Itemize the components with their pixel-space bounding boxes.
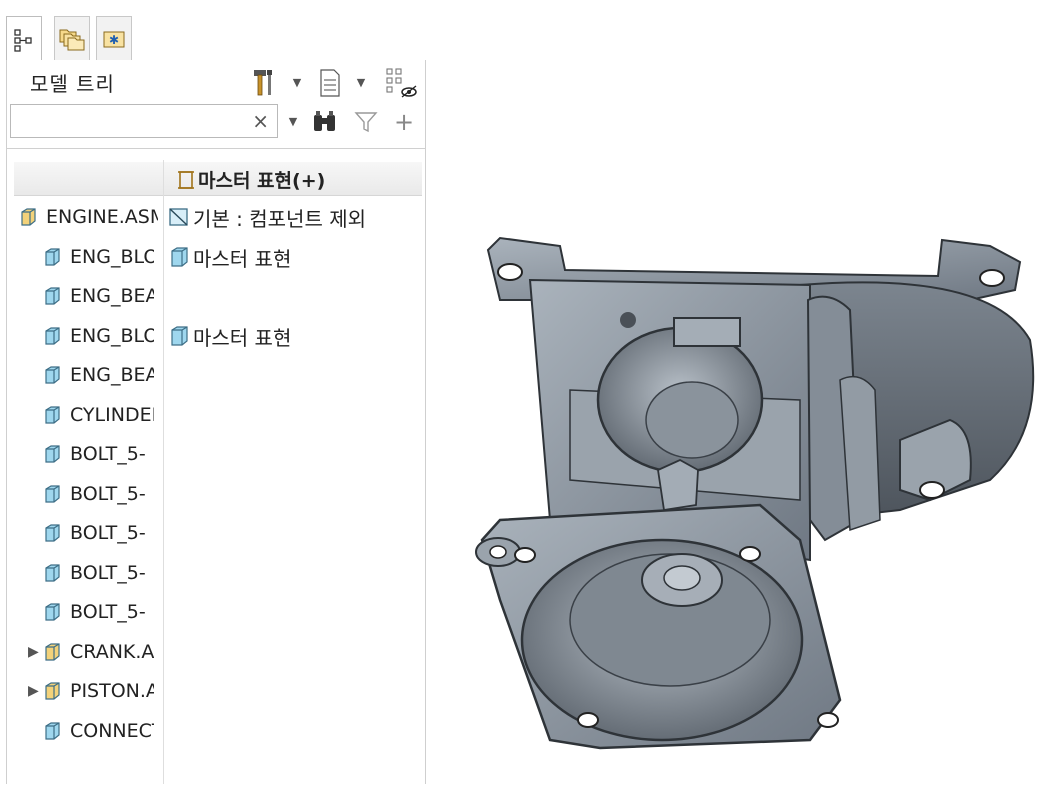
representation-column-header[interactable]: 마스터 표현(+) xyxy=(176,166,325,193)
tree-search-input[interactable] xyxy=(17,105,251,137)
tree-row[interactable]: ENG_BLOCK xyxy=(28,240,164,274)
settings-tools-button[interactable] xyxy=(250,66,276,100)
tree-item-label: ENG_BEARING xyxy=(70,285,154,307)
star-folder-icon: ✱ xyxy=(103,31,125,47)
add-column-button[interactable]: + xyxy=(392,106,416,138)
assembly-icon xyxy=(21,208,36,226)
settings-dropdown-chevron-icon[interactable]: ▼ xyxy=(290,74,304,90)
model-tree-tab[interactable] xyxy=(6,16,42,62)
folders-icon xyxy=(59,29,85,50)
representation-label: 기본 : 컴포넌트 제외 xyxy=(193,206,367,231)
tree-row[interactable]: ▶ PISTON.ASM xyxy=(28,674,164,708)
find-button[interactable] xyxy=(310,106,340,138)
tree-item-label: PISTON.ASM xyxy=(70,680,154,702)
representation-label: 마스터 표현 xyxy=(193,246,292,271)
assembly-icon xyxy=(45,643,60,661)
tree-search-box[interactable]: × xyxy=(10,104,278,138)
funnel-icon xyxy=(354,112,378,133)
tree-row[interactable]: ENG_BEARING xyxy=(28,358,164,392)
master-rep-part-icon xyxy=(171,247,188,267)
tree-item-label: ENGINE.ASM xyxy=(46,206,158,228)
tree-hide-icon xyxy=(386,68,417,98)
assembly-icon xyxy=(45,682,60,700)
tree-item-label: ENG_BLOCK xyxy=(70,246,154,268)
tree-item-label: ENG_BEARING xyxy=(70,364,154,386)
tree-row[interactable]: ▶ CRANK.ASM xyxy=(28,635,164,669)
show-options-button[interactable] xyxy=(316,66,344,100)
tree-row[interactable]: CYLINDER xyxy=(28,398,164,432)
expand-arrow-icon[interactable]: ▶ xyxy=(28,683,42,699)
hide-items-button[interactable] xyxy=(384,64,420,102)
part-icon xyxy=(45,564,60,582)
tree-row[interactable]: BOLT_5- xyxy=(28,516,164,550)
search-clear-icon[interactable]: × xyxy=(252,109,269,133)
search-dropdown-chevron-icon[interactable]: ▼ xyxy=(286,112,300,130)
navigator-tabstrip: ✱ xyxy=(0,0,430,62)
part-icon xyxy=(45,445,60,463)
excluded-rep-icon xyxy=(169,208,188,226)
tree-item-label: BOLT_5- xyxy=(70,562,146,584)
panel-title: 모델 트리 xyxy=(30,72,115,96)
svg-text:✱: ✱ xyxy=(109,33,119,47)
graphics-viewport[interactable] xyxy=(430,0,1051,784)
tree-row[interactable]: BOLT_5- xyxy=(28,437,164,471)
tree-item-label: BOLT_5- xyxy=(70,483,146,505)
tree-item-label: BOLT_5- xyxy=(70,522,146,544)
part-icon xyxy=(45,287,60,305)
tree-row[interactable]: BOLT_5- xyxy=(28,477,164,511)
tree-row[interactable]: BOLT_5- xyxy=(28,595,164,629)
tree-item-label: BOLT_5- xyxy=(70,443,146,465)
representation-cell[interactable]: 마스터 표현 xyxy=(168,319,291,353)
filter-button[interactable] xyxy=(352,106,380,138)
tree-row[interactable]: BOLT_5- xyxy=(28,556,164,590)
toolbar-divider xyxy=(6,148,426,149)
tree-icon xyxy=(14,28,32,52)
favorites-tab[interactable]: ✱ xyxy=(96,16,132,60)
part-icon xyxy=(45,366,60,384)
master-rep-icon xyxy=(178,170,194,189)
binoculars-icon xyxy=(314,111,335,131)
representation-label: 마스터 표현 xyxy=(193,325,292,350)
tree-item-label: CYLINDER xyxy=(70,404,154,426)
tree-item-label: CONNECTING_ROD xyxy=(70,720,154,742)
list-document-icon xyxy=(320,69,340,97)
show-dropdown-chevron-icon[interactable]: ▼ xyxy=(354,74,368,90)
part-icon xyxy=(45,406,60,424)
part-icon xyxy=(45,327,60,345)
part-icon xyxy=(45,524,60,542)
part-icon xyxy=(45,248,60,266)
engine-model-render xyxy=(475,236,1035,750)
expand-arrow-icon[interactable]: ▶ xyxy=(28,644,42,660)
tree-item-label: ENG_BLOCK xyxy=(70,325,154,347)
tools-icon xyxy=(254,70,272,96)
master-rep-part-icon xyxy=(171,326,188,346)
plus-icon: + xyxy=(393,108,415,136)
representation-column-label: 마스터 표현(+) xyxy=(198,170,326,192)
tree-item-label: BOLT_5- xyxy=(70,601,146,623)
tree-item-label: CRANK.ASM xyxy=(70,641,154,663)
part-icon xyxy=(45,603,60,621)
representation-cell[interactable]: 마스터 표현 xyxy=(168,240,291,274)
tree-row[interactable]: CONNECTING_ROD xyxy=(28,714,164,748)
representation-cell[interactable]: 기본 : 컴포넌트 제외 xyxy=(168,200,366,234)
tree-row[interactable]: ENG_BLOCK xyxy=(28,319,164,353)
part-icon xyxy=(45,722,60,740)
tree-row[interactable]: ENGINE.ASM xyxy=(18,200,164,234)
tree-row[interactable]: ENG_BEARING xyxy=(28,279,164,313)
part-icon xyxy=(45,485,60,503)
folder-browser-tab[interactable] xyxy=(54,16,90,60)
